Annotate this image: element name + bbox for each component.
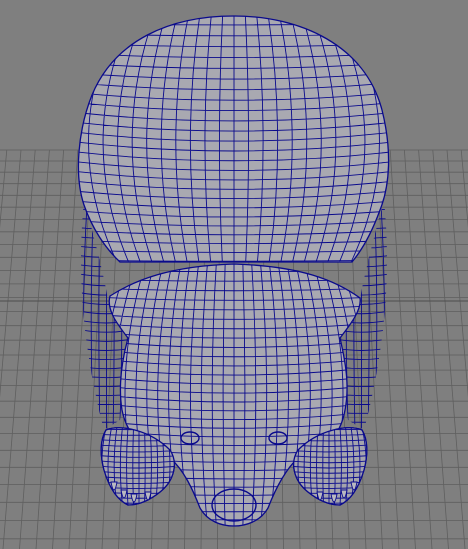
viewport-scene[interactable] <box>0 0 468 549</box>
body-mesh[interactable] <box>59 14 408 270</box>
maya-perspective-viewport[interactable] <box>0 0 468 549</box>
wireframe-model[interactable] <box>59 14 408 528</box>
